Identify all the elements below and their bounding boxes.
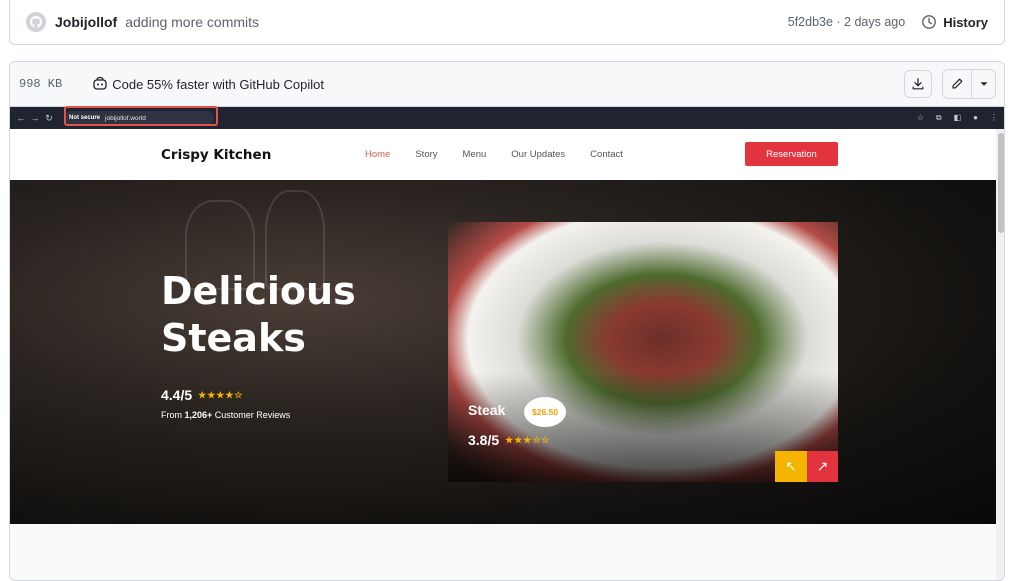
- extensions-icon[interactable]: ⧉: [936, 113, 942, 123]
- dish-rating: 3.8/5 ★★★☆☆: [468, 432, 550, 448]
- history-label: History: [943, 14, 988, 30]
- sidepanel-icon[interactable]: ◧: [954, 113, 962, 123]
- dish-stars-icon: ★★★☆☆: [505, 434, 551, 445]
- download-icon: [912, 78, 924, 90]
- file-size: 998 KB: [19, 77, 63, 91]
- file-header: 998 KB Code 55% faster with GitHub Copil…: [10, 62, 1004, 107]
- menu-menu[interactable]: Menu: [463, 149, 487, 160]
- menu-story[interactable]: Story: [415, 149, 437, 160]
- reviews-prefix: From: [161, 410, 185, 420]
- site-menu: Home Story Menu Our Updates Contact: [365, 149, 648, 160]
- forward-icon[interactable]: →: [28, 113, 42, 123]
- edit-button[interactable]: [943, 70, 971, 98]
- commit-sha-time[interactable]: 5f2db3e · 2 days ago: [788, 15, 905, 29]
- site-page: Crispy Kitchen Home Story Menu Our Updat…: [10, 129, 996, 524]
- carousel-next-button[interactable]: ↗: [807, 451, 838, 482]
- reservation-button[interactable]: Reservation: [745, 142, 838, 166]
- hero-title-line-1: Delicious: [161, 269, 356, 313]
- reload-icon[interactable]: ↻: [42, 113, 56, 124]
- dish-name: Steak: [468, 402, 506, 418]
- edit-dropdown-button[interactable]: [971, 70, 995, 98]
- commit-message[interactable]: adding more commits: [125, 14, 259, 30]
- reviews-suffix: Customer Reviews: [212, 410, 291, 420]
- hero-reviews: From 1,206+ Customer Reviews: [161, 410, 290, 420]
- carousel-prev-button[interactable]: ↖: [775, 451, 807, 482]
- github-icon: [29, 15, 43, 28]
- commit-author[interactable]: Jobijollof: [55, 14, 117, 30]
- dish-card: Steak $26.50 3.8/5 ★★★☆☆ ↖ ↗: [448, 222, 838, 482]
- hero-section: Delicious Steaks 4.4/5 ★★★★☆ From 1,206+…: [10, 180, 996, 524]
- copilot-promo[interactable]: Code 55% faster with GitHub Copilot: [92, 76, 324, 92]
- bookmark-star-icon[interactable]: ☆: [917, 113, 924, 123]
- profile-icon[interactable]: ●: [973, 113, 978, 123]
- menu-updates[interactable]: Our Updates: [511, 149, 565, 160]
- kebab-menu-icon[interactable]: ⋮: [990, 113, 998, 123]
- dish-rating-value: 3.8/5: [468, 432, 500, 448]
- site-brand[interactable]: Crispy Kitchen: [161, 147, 271, 163]
- browser-toolbar: ← → ↻ Not secure jobijollof.world ☆ ⧉ ◧ …: [10, 106, 1004, 129]
- address-bar-highlight: [64, 106, 218, 126]
- commit-bar: Jobijollof adding more commits 5f2db3e ·…: [9, 0, 1005, 45]
- file-viewer: 998 KB Code 55% faster with GitHub Copil…: [9, 61, 1005, 581]
- hero-stars-icon: ★★★★☆: [198, 389, 244, 400]
- history-button[interactable]: History: [921, 14, 988, 30]
- pencil-icon: [952, 78, 963, 89]
- back-icon[interactable]: ←: [14, 113, 28, 123]
- browser-actions: ☆ ⧉ ◧ ● ⋮: [917, 113, 998, 123]
- menu-contact[interactable]: Contact: [590, 149, 623, 160]
- menu-home[interactable]: Home: [365, 149, 390, 160]
- scrollbar-thumb[interactable]: [998, 133, 1004, 233]
- page-scrollbar[interactable]: [996, 129, 1004, 580]
- copilot-icon: [93, 76, 107, 90]
- hero-title-line-2: Steaks: [161, 316, 306, 360]
- avatar[interactable]: [26, 12, 46, 32]
- reviews-count: 1,206+: [184, 410, 213, 420]
- hero-rating-value: 4.4/5: [161, 387, 193, 403]
- dish-price-badge: $26.50: [524, 397, 566, 427]
- edit-split-button: [942, 69, 996, 99]
- hero-title: Delicious Steaks: [161, 268, 356, 362]
- chevron-down-icon: [980, 82, 987, 86]
- download-button[interactable]: [904, 70, 932, 98]
- site-navbar: Crispy Kitchen Home Story Menu Our Updat…: [10, 129, 996, 180]
- copilot-text: Code 55% faster with GitHub Copilot: [112, 76, 324, 92]
- hero-rating: 4.4/5 ★★★★☆: [161, 387, 243, 403]
- website-screenshot: ← → ↻ Not secure jobijollof.world ☆ ⧉ ◧ …: [10, 106, 1004, 580]
- history-icon: [922, 15, 937, 29]
